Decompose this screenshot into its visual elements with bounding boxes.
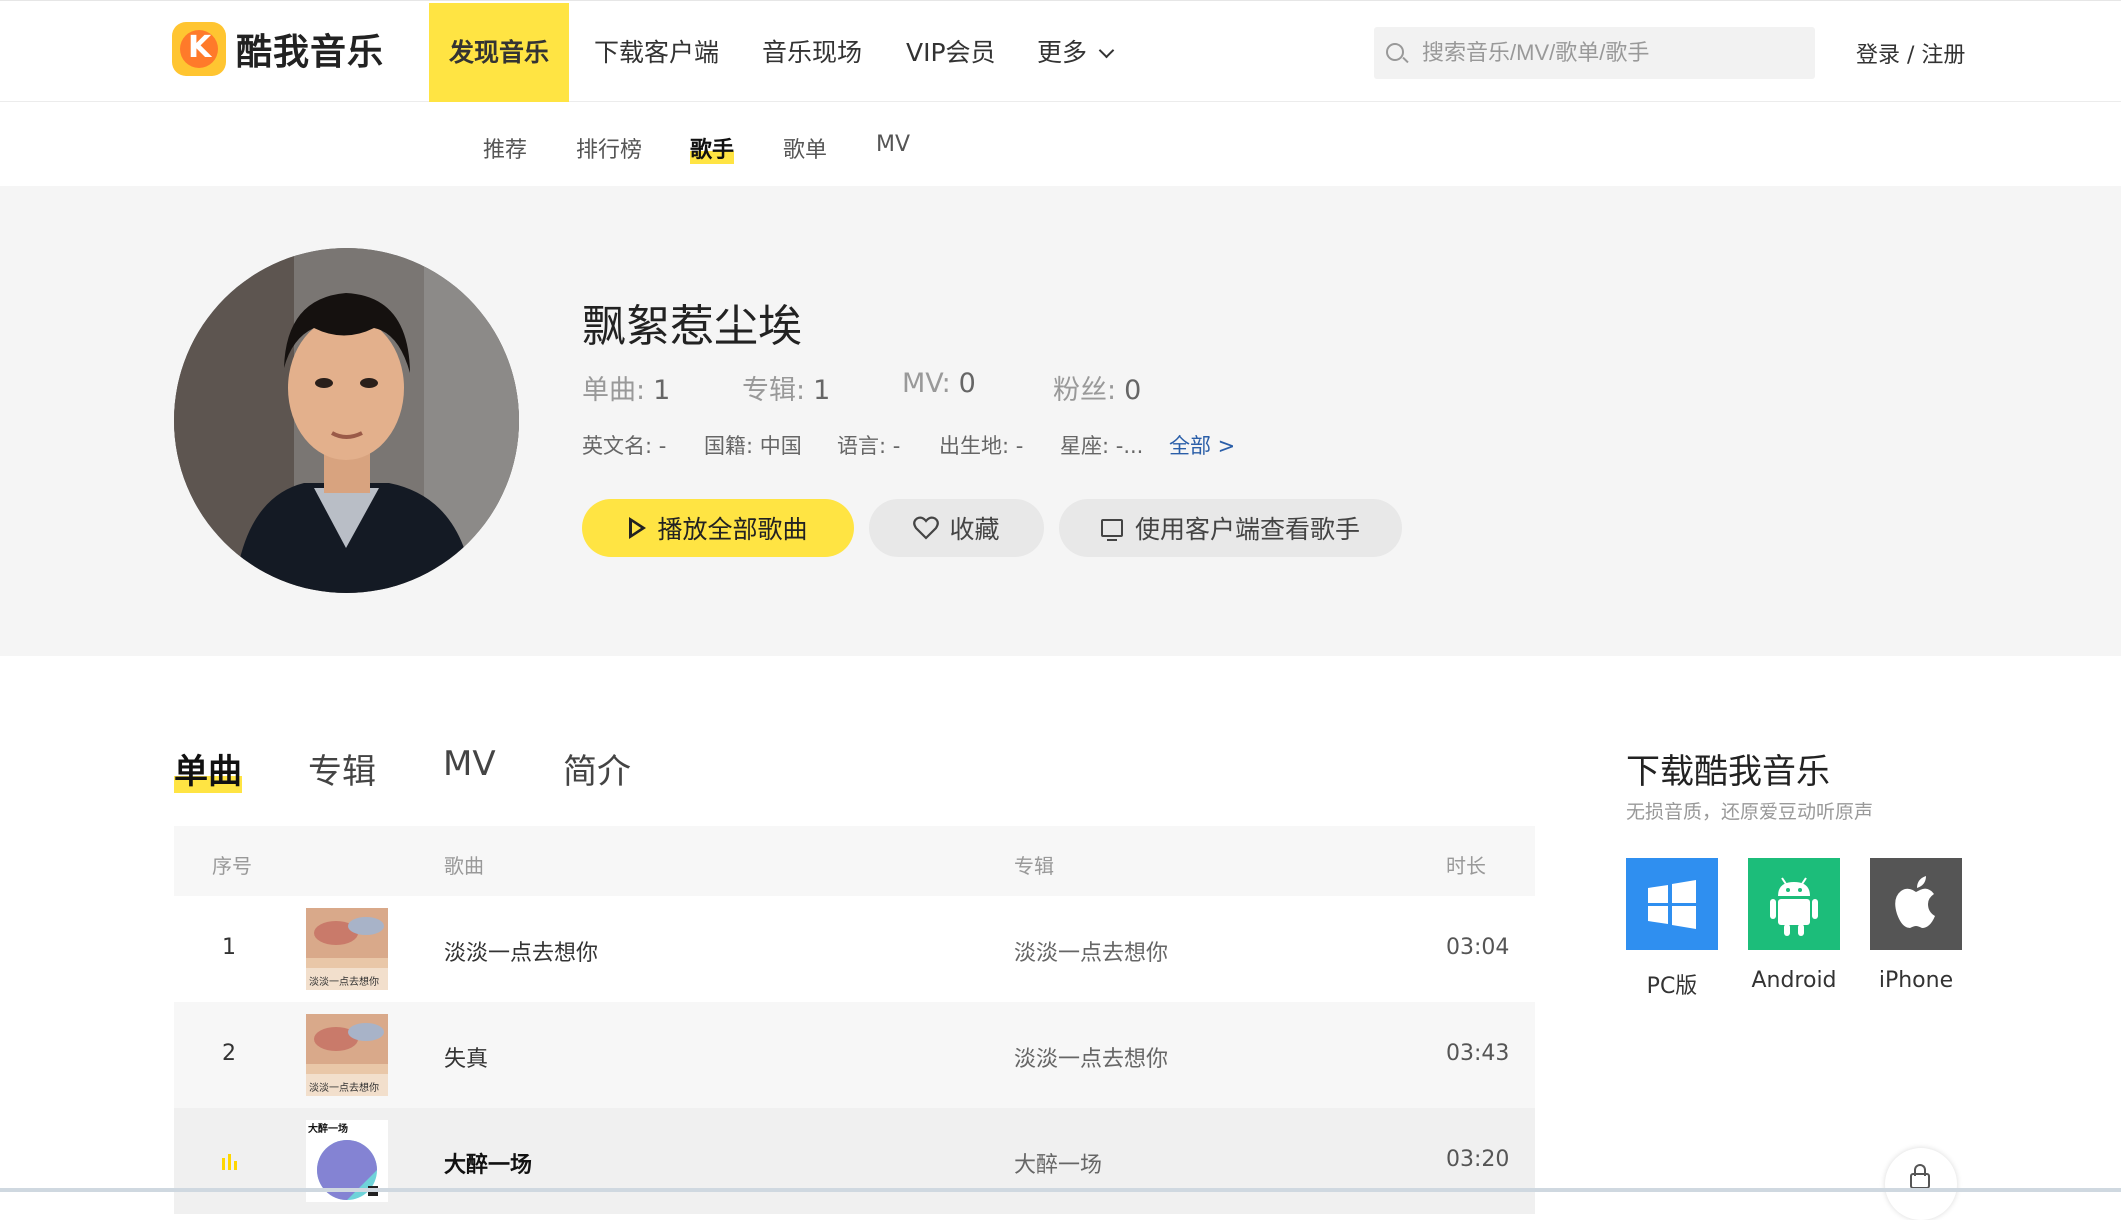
song-table-header: 序号 歌曲 专辑 时长 — [174, 826, 1535, 896]
row-index: 2 — [222, 1041, 236, 1066]
heart-icon — [913, 516, 940, 540]
sub-navigation: 推荐 排行榜 歌手 歌单 MV — [0, 102, 2121, 186]
search-icon[interactable] — [1386, 43, 1404, 61]
table-row[interactable]: 2 淡淡一点去想你 失真 淡淡一点去想你 03:43 — [174, 1002, 1535, 1108]
tab-albums[interactable]: 专辑 — [308, 744, 376, 793]
header-index: 序号 — [212, 854, 252, 878]
meta-constellation: 星座: -... — [1060, 434, 1144, 458]
search-input[interactable] — [1422, 27, 1802, 79]
meta-nationality: 国籍: 中国 — [704, 434, 802, 458]
nav-download-client[interactable]: 下载客户端 — [594, 3, 719, 102]
subnav-recommend[interactable]: 推荐 — [483, 132, 527, 164]
header-duration: 时长 — [1446, 854, 1486, 878]
download-android-button[interactable] — [1748, 858, 1840, 950]
apple-icon — [1895, 876, 1935, 928]
monitor-icon — [1100, 519, 1123, 541]
download-title: 下载酷我音乐 — [1626, 752, 1830, 792]
song-album[interactable]: 淡淡一点去想你 — [1014, 935, 1168, 967]
play-all-button[interactable]: 播放全部歌曲 — [582, 499, 854, 557]
nav-more-label: 更多 — [1037, 38, 1088, 67]
stat-mv-value: 0 — [958, 368, 976, 399]
song-album[interactable]: 大醉一场 — [1014, 1147, 1102, 1179]
table-row[interactable]: 1 淡淡一点去想你 淡淡一点去想你 淡淡一点去想你 03:04 — [174, 896, 1535, 1002]
row-index: 1 — [222, 935, 236, 960]
song-duration: 03:20 — [1446, 1147, 1510, 1172]
header-song: 歌曲 — [444, 854, 484, 878]
stat-albums-label: 专辑: — [742, 375, 806, 406]
cover-title: 淡淡一点去想你 — [309, 1083, 379, 1094]
artist-avatar — [174, 248, 519, 593]
download-pc-button[interactable] — [1626, 858, 1718, 950]
cover-title: 大醉一场 — [308, 1124, 348, 1135]
stat-singles-value: 1 — [653, 375, 671, 406]
song-duration: 03:04 — [1446, 935, 1510, 960]
artist-banner: 飘絮惹尘埃 单曲: 1 专辑: 1 MV: 0 粉丝: 0 英文名: - 国籍: 中国 … — [0, 186, 2121, 656]
stat-singles-label: 单曲: — [582, 375, 646, 406]
android-icon — [1770, 877, 1818, 936]
windows-icon — [1648, 880, 1696, 929]
meta-all-link[interactable]: 全部 > — [1169, 430, 1235, 460]
top-header: 酷我音乐 发现音乐 下载客户端 音乐现场 VIP会员 更多 登录 / 注册 — [0, 0, 2121, 102]
meta-language: 语言: - — [837, 434, 901, 458]
bottom-divider — [0, 1188, 2121, 1192]
nav-live[interactable]: 音乐现场 — [762, 3, 862, 102]
subnav-charts[interactable]: 排行榜 — [576, 132, 642, 164]
stat-mv-label: MV: — [902, 368, 951, 399]
album-cover[interactable]: 淡淡一点去想你 — [306, 908, 388, 990]
play-icon — [628, 517, 647, 539]
song-title[interactable]: 淡淡一点去想你 — [444, 935, 598, 967]
cover-title: 淡淡一点去想你 — [309, 977, 379, 988]
nav-vip[interactable]: VIP会员 — [906, 3, 996, 102]
kuwo-logo-icon — [172, 22, 226, 76]
download-android-label[interactable]: Android — [1734, 968, 1854, 993]
download-iphone-button[interactable] — [1870, 858, 1962, 950]
stat-albums-value: 1 — [813, 375, 831, 406]
nav-discover[interactable]: 发现音乐 — [429, 3, 570, 102]
lock-icon — [1910, 1173, 1930, 1189]
meta-english-name: 英文名: - — [582, 434, 667, 458]
favorite-button[interactable]: 收藏 — [869, 499, 1044, 557]
stat-albums[interactable]: 专辑: 1 — [742, 368, 830, 407]
lock-button[interactable] — [1885, 1148, 1957, 1220]
login-register-link[interactable]: 登录 / 注册 — [1856, 37, 1965, 69]
stat-fans-label: 粉丝: — [1053, 375, 1117, 406]
subnav-playlists[interactable]: 歌单 — [783, 132, 827, 164]
stat-fans: 粉丝: 0 — [1053, 368, 1141, 407]
stat-mv[interactable]: MV: 0 — [902, 368, 976, 399]
album-cover[interactable]: 淡淡一点去想你 — [306, 1014, 388, 1096]
nav-more[interactable]: 更多 — [1037, 3, 1115, 102]
artist-name: 飘絮惹尘埃 — [582, 301, 802, 352]
playing-equalizer-icon — [222, 1154, 240, 1170]
view-in-client-label: 使用客户端查看歌手 — [1134, 515, 1360, 544]
chevron-down-icon — [1098, 42, 1115, 59]
stat-fans-value: 0 — [1124, 375, 1142, 406]
song-duration: 03:43 — [1446, 1041, 1510, 1066]
subnav-artists[interactable]: 歌手 — [690, 132, 735, 164]
meta-birthplace: 出生地: - — [939, 434, 1024, 458]
download-iphone-label[interactable]: iPhone — [1856, 968, 1976, 993]
logo[interactable]: 酷我音乐 — [172, 19, 384, 79]
download-pc-label[interactable]: PC版 — [1612, 968, 1732, 1000]
download-subtitle: 无损音质，还原爱豆动听原声 — [1626, 801, 1874, 823]
tab-mv[interactable]: MV — [443, 744, 496, 784]
subnav-mv[interactable]: MV — [876, 132, 910, 157]
song-album[interactable]: 淡淡一点去想你 — [1014, 1041, 1168, 1073]
stat-singles[interactable]: 单曲: 1 — [582, 368, 670, 407]
artist-photo — [174, 248, 519, 593]
play-all-label: 播放全部歌曲 — [657, 515, 808, 544]
search-box[interactable] — [1374, 27, 1815, 79]
tab-singles[interactable]: 单曲 — [174, 744, 242, 793]
header-album: 专辑 — [1014, 854, 1054, 878]
logo-text: 酷我音乐 — [236, 32, 385, 73]
tab-intro[interactable]: 简介 — [563, 744, 631, 793]
song-title[interactable]: 失真 — [444, 1041, 488, 1073]
table-row-playing[interactable]: 大醉一场 大醉一场 大醉一场 03:20 — [174, 1108, 1535, 1214]
view-in-client-button[interactable]: 使用客户端查看歌手 — [1059, 499, 1402, 557]
favorite-label: 收藏 — [949, 515, 1000, 544]
song-title[interactable]: 大醉一场 — [444, 1147, 532, 1179]
